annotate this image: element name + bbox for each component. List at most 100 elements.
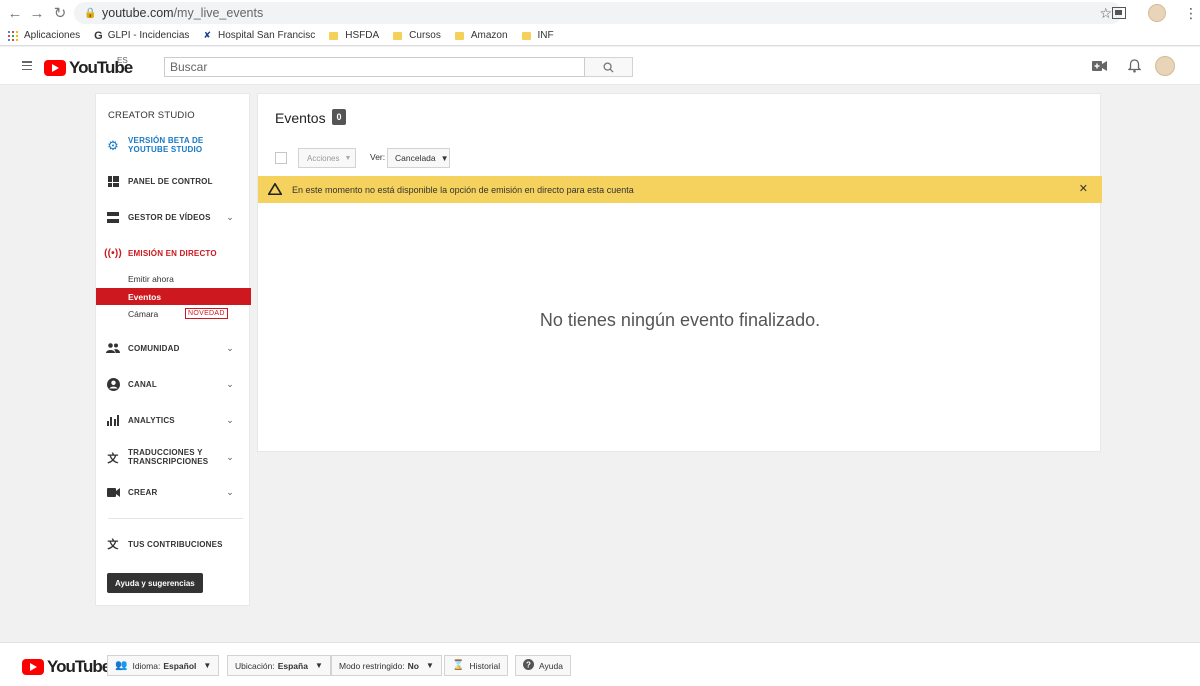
extension-icon[interactable] bbox=[1112, 7, 1126, 19]
analytics-bars-icon bbox=[106, 413, 120, 427]
sidebar-item-crear[interactable]: CREAR ⌄ bbox=[106, 485, 246, 499]
youtube-play-icon bbox=[44, 60, 66, 76]
sidebar-sub-emitir[interactable]: Emitir ahora bbox=[96, 270, 251, 287]
logo-text: YouTube bbox=[47, 657, 111, 676]
sidebar-sub-camara[interactable]: Cámara NOVEDAD bbox=[96, 305, 251, 322]
hamburger-menu-icon[interactable] bbox=[22, 61, 32, 70]
sidebar-item-label: CANAL bbox=[128, 379, 157, 389]
sidebar-item-label: ANALYTICS bbox=[128, 415, 175, 425]
back-icon[interactable]: ← bbox=[4, 2, 26, 24]
sidebar-item-contribuciones[interactable]: 文 TUS CONTRIBUCIONES bbox=[106, 537, 246, 551]
sidebar-item-comunidad[interactable]: COMUNIDAD ⌄ bbox=[106, 341, 246, 355]
close-icon[interactable]: ✕ bbox=[1079, 182, 1088, 195]
restricted-mode-picker[interactable]: Modo restringido: No ▼ bbox=[331, 655, 442, 676]
translate-icon: 文 bbox=[107, 539, 119, 551]
account-avatar[interactable] bbox=[1155, 56, 1175, 76]
language-label: Idioma: bbox=[132, 660, 161, 671]
history-button[interactable]: ⌛ Historial bbox=[444, 655, 509, 676]
sidebar-item-panel[interactable]: PANEL DE CONTROL bbox=[106, 174, 246, 188]
bookmark-amazon[interactable]: Amazon bbox=[454, 30, 508, 41]
country-code: ES bbox=[117, 56, 128, 65]
search-input[interactable]: Buscar bbox=[164, 57, 585, 77]
sidebar-item-emision[interactable]: ((•)) EMISIÓN EN DIRECTO bbox=[104, 246, 246, 260]
help-label: Ayuda bbox=[539, 660, 563, 671]
reload-icon[interactable]: ↻ bbox=[49, 2, 71, 24]
sidebar-item-canal[interactable]: CANAL ⌄ bbox=[106, 377, 246, 391]
chevron-down-icon[interactable]: ⌄ bbox=[226, 452, 234, 463]
folder-icon bbox=[454, 31, 464, 40]
bookmark-hsfda[interactable]: HSFDA bbox=[329, 30, 379, 41]
sub-label: Cámara bbox=[128, 308, 159, 319]
help-feedback-button[interactable]: Ayuda y sugerencias bbox=[107, 573, 203, 593]
sidebar-item-label: COMUNIDAD bbox=[128, 343, 180, 353]
bookmark-apps[interactable]: Aplicaciones bbox=[8, 30, 80, 41]
caret-down-icon: ▼ bbox=[440, 153, 449, 163]
bookmark-inf[interactable]: INF bbox=[521, 30, 554, 41]
events-count-badge: 0 bbox=[332, 109, 346, 125]
chevron-down-icon[interactable]: ⌄ bbox=[226, 379, 234, 390]
traducciones-line2: TRANSCRIPCIONES bbox=[128, 456, 209, 466]
sidebar-item-label: PANEL DE CONTROL bbox=[128, 176, 213, 186]
people-icon bbox=[106, 341, 120, 355]
bookmark-label: Aplicaciones bbox=[24, 30, 81, 41]
address-bar[interactable]: 🔒 youtube.com/my_live_events ☆ bbox=[74, 2, 1122, 24]
location-label: Ubicación: bbox=[235, 660, 275, 671]
live-broadcast-icon: ((•)) bbox=[104, 247, 122, 259]
sub-label: Eventos bbox=[128, 291, 162, 302]
beta-label-line2: YOUTUBE STUDIO bbox=[128, 144, 203, 154]
select-all-checkbox[interactable] bbox=[275, 152, 287, 164]
folder-icon bbox=[329, 31, 339, 40]
sidebar-item-label: TUS CONTRIBUCIONES bbox=[128, 539, 223, 549]
bookmark-hospital[interactable]: ✘ Hospital San Francisc bbox=[203, 30, 315, 41]
page-title: Eventos bbox=[275, 110, 326, 126]
search-button[interactable] bbox=[585, 57, 633, 77]
bookmarks-bar: Aplicaciones G GLPI - Incidencias ✘ Hosp… bbox=[0, 26, 1200, 46]
upload-video-icon[interactable] bbox=[1092, 61, 1107, 71]
language-picker[interactable]: 👥 Idioma: Español ▼ bbox=[107, 655, 220, 676]
bookmark-cursos[interactable]: Cursos bbox=[393, 30, 441, 41]
menu-icon[interactable]: ⋮ bbox=[1184, 5, 1198, 22]
events-panel: Eventos 0 Acciones ▼ Ver: Cancelada ▼ En… bbox=[257, 93, 1102, 452]
location-picker[interactable]: Ubicación: España ▼ bbox=[227, 655, 331, 676]
search-placeholder: Buscar bbox=[170, 60, 208, 74]
sidebar-item-beta-studio[interactable]: ⚙ VERSIÓN BETA DE YOUTUBE STUDIO bbox=[106, 136, 246, 154]
restricted-value: No bbox=[407, 660, 420, 671]
chevron-down-icon[interactable]: ⌄ bbox=[226, 487, 234, 498]
warning-text: En este momento no está disponible la op… bbox=[292, 184, 634, 195]
sidebar-sub-eventos[interactable]: Eventos bbox=[96, 288, 251, 305]
sidebar-item-gestor[interactable]: GESTOR DE VÍDEOS ⌄ bbox=[106, 210, 246, 224]
account-circle-icon bbox=[106, 377, 120, 391]
actions-label: Acciones bbox=[307, 153, 340, 163]
warning-banner: En este momento no está disponible la op… bbox=[258, 176, 1102, 203]
forward-icon[interactable]: → bbox=[26, 2, 48, 24]
sidebar-item-traducciones[interactable]: 文 TRADUCCIONES Y TRANSCRIPCIONES ⌄ bbox=[106, 448, 246, 466]
bookmark-label: INF bbox=[537, 30, 554, 41]
browser-toolbar: ← → ↻ 🔒 youtube.com/my_live_events ☆ ⋮ bbox=[0, 0, 1200, 26]
url-host: youtube.com bbox=[102, 6, 174, 20]
chevron-down-icon[interactable]: ⌄ bbox=[226, 212, 234, 223]
caret-down-icon: ▼ bbox=[314, 661, 323, 670]
gear-icon: ⚙ bbox=[107, 137, 119, 153]
bookmark-glpi[interactable]: G GLPI - Incidencias bbox=[94, 30, 189, 42]
bookmark-label: Amazon bbox=[470, 30, 508, 41]
help-button[interactable]: ? Ayuda bbox=[515, 655, 571, 676]
actions-dropdown[interactable]: Acciones ▼ bbox=[298, 148, 356, 168]
profile-avatar[interactable] bbox=[1148, 4, 1166, 22]
sidebar-title: CREATOR STUDIO bbox=[108, 110, 195, 121]
notifications-bell-icon[interactable] bbox=[1128, 59, 1141, 73]
sidebar-item-label: CREAR bbox=[128, 487, 158, 497]
bookmark-label: GLPI - Incidencias bbox=[107, 30, 190, 41]
sidebar-divider bbox=[108, 518, 243, 519]
view-filter-select[interactable]: Cancelada ▼ bbox=[387, 148, 450, 168]
star-icon[interactable]: ☆ bbox=[1099, 5, 1112, 22]
chevron-down-icon[interactable]: ⌄ bbox=[226, 415, 234, 426]
empty-state-message: No tienes ningún evento finalizado. bbox=[539, 310, 821, 330]
sidebar-item-label: EMISIÓN EN DIRECTO bbox=[128, 248, 217, 258]
caret-down-icon: ▼ bbox=[344, 154, 352, 162]
bookmark-label: Hospital San Francisc bbox=[217, 30, 316, 41]
sidebar-item-analytics[interactable]: ANALYTICS ⌄ bbox=[106, 413, 246, 427]
chevron-down-icon[interactable]: ⌄ bbox=[226, 343, 234, 354]
footer-youtube-logo[interactable]: YouTube bbox=[22, 657, 111, 677]
language-value: Español bbox=[163, 660, 197, 671]
youtube-play-icon bbox=[22, 659, 44, 675]
